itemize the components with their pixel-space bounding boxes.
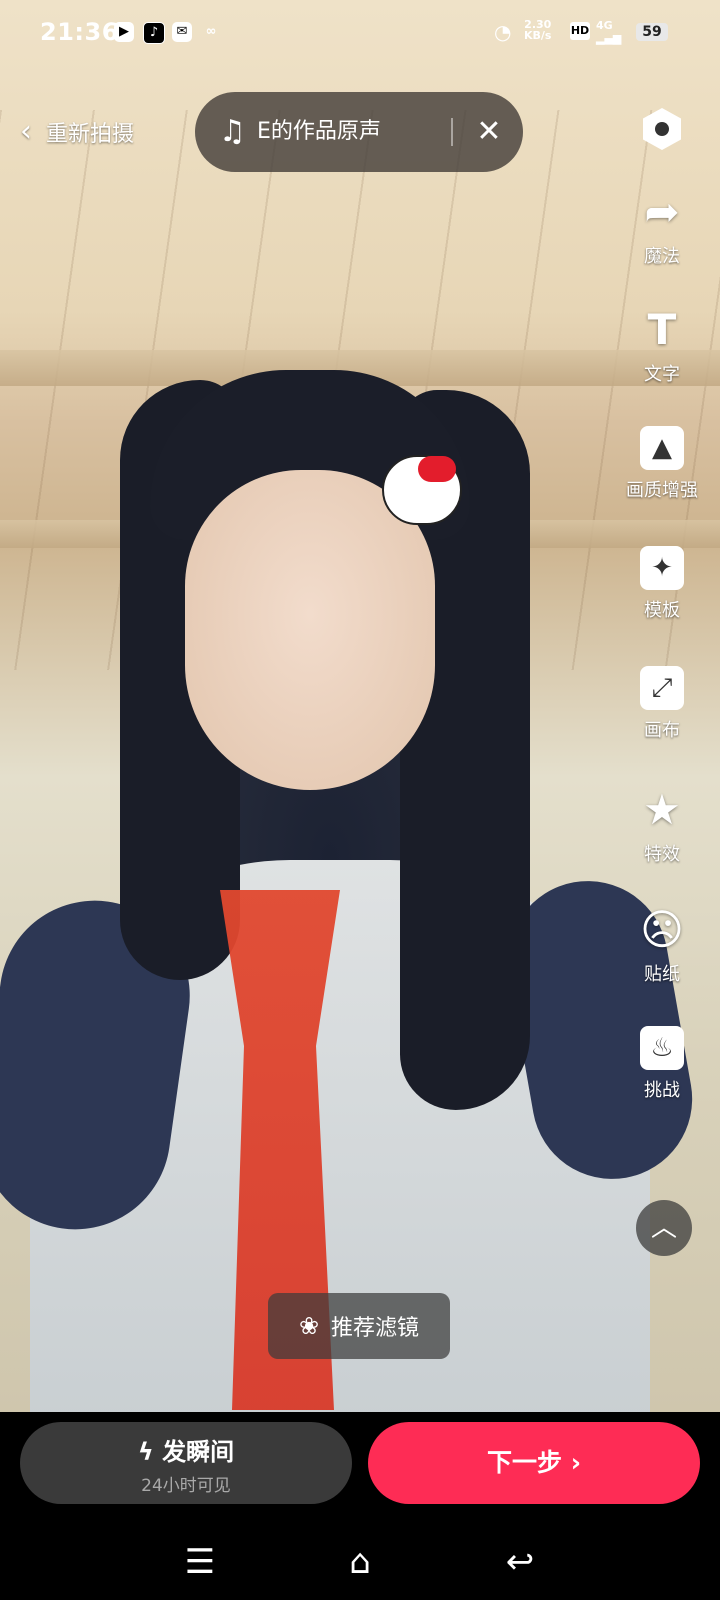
sticker-face-icon: ☹ xyxy=(640,905,684,954)
template-tool[interactable]: ✦ 模板 xyxy=(618,546,706,622)
sticker-bow xyxy=(418,456,456,482)
reshoot-label: 重新拍摄 xyxy=(46,122,135,147)
home-icon[interactable]: ⌂ xyxy=(330,1542,390,1582)
music-title: E的作品原声 xyxy=(257,119,381,144)
status-time: 21:36 xyxy=(40,18,119,46)
tool-label: 特效 xyxy=(644,844,680,865)
collapse-tools-button[interactable]: ︿ xyxy=(636,1200,692,1256)
tool-label: 魔法 xyxy=(644,246,680,267)
lightning-icon: ϟ xyxy=(137,1438,163,1466)
video-icon: ▶ xyxy=(114,22,134,42)
text-icon: T xyxy=(647,305,677,354)
magic-star-icon: ★ xyxy=(643,785,681,834)
tool-label: 挑战 xyxy=(644,1080,680,1101)
link-icon: ∞ xyxy=(205,24,217,39)
enhance-tool[interactable]: ▲ 画质增强 xyxy=(618,426,706,502)
tool-label: 画质增强 xyxy=(626,480,698,501)
next-step-button[interactable]: 下一步 › xyxy=(368,1422,700,1504)
challenge-tool[interactable]: ♨ 挑战 xyxy=(618,1026,706,1102)
music-selector[interactable]: ♫ E的作品原声 ✕ xyxy=(195,92,523,172)
effects-tool[interactable]: ★ 特效 xyxy=(618,786,706,866)
canvas-tool[interactable]: ⤢ 画布 xyxy=(618,666,706,742)
close-icon[interactable]: ✕ xyxy=(461,112,517,152)
battery-indicator: 59 xyxy=(636,23,668,41)
recommended-filter-button[interactable]: ❀ 推荐滤镜 xyxy=(268,1293,450,1359)
music-note-icon: ♫ xyxy=(219,114,246,149)
filter-label: 推荐滤镜 xyxy=(331,1316,420,1341)
tiktok-icon: ♪ xyxy=(143,22,165,44)
signal-indicator: 4G ▂▄▆ xyxy=(596,19,622,45)
share-arrow-icon: ➦ xyxy=(644,187,680,236)
tool-label: 模板 xyxy=(644,600,680,621)
status-bar: 21:36 ▶ ♪ ✉ ∞ ◔ 2.30 KB/s HD 4G ▂▄▆ 59 xyxy=(0,0,720,64)
chevron-up-icon: ︿ xyxy=(650,1213,677,1243)
moment-title: ϟ 发瞬间 xyxy=(137,1438,235,1466)
divider xyxy=(451,118,453,146)
chevron-left-icon: ‹ xyxy=(20,114,32,149)
menu-icon[interactable]: ☰ xyxy=(170,1542,230,1582)
chevron-right-icon: › xyxy=(570,1448,582,1477)
hd-badge: HD xyxy=(570,22,590,40)
settings-tool[interactable] xyxy=(618,108,706,150)
stickers-tool[interactable]: ☹ 贴纸 xyxy=(618,906,706,986)
moment-subtitle: 24小时可见 xyxy=(141,1476,231,1496)
system-nav-bar: ☰ ⌂ ↩ xyxy=(0,1524,720,1600)
next-label: 下一步 xyxy=(486,1448,562,1477)
challenge-flame-icon: ♨ xyxy=(640,1026,684,1070)
magic-tool[interactable]: ➦ 魔法 xyxy=(618,188,706,268)
canvas-expand-icon: ⤢ xyxy=(640,666,684,710)
tool-label: 贴纸 xyxy=(644,964,680,985)
camera-preview xyxy=(0,0,720,1412)
bottom-bar: ϟ 发瞬间 24小时可见 下一步 › ☰ ⌂ ↩ xyxy=(0,1412,720,1600)
speed-gauge-icon: ◔ xyxy=(494,20,512,44)
post-moment-button[interactable]: ϟ 发瞬间 24小时可见 xyxy=(20,1422,352,1504)
template-cards-icon: ✦ xyxy=(640,546,684,590)
settings-icon xyxy=(643,108,681,150)
mail-icon: ✉ xyxy=(172,22,192,42)
text-tool[interactable]: T 文字 xyxy=(618,306,706,386)
image-icon: ▲ xyxy=(640,426,684,470)
tool-label: 文字 xyxy=(644,364,680,385)
tool-label: 画布 xyxy=(644,720,680,741)
reshoot-button[interactable]: ‹ 重新拍摄 xyxy=(20,112,134,152)
back-icon[interactable]: ↩ xyxy=(490,1542,550,1582)
filter-icon: ❀ xyxy=(298,1312,320,1340)
network-speed: 2.30 KB/s xyxy=(524,18,552,42)
